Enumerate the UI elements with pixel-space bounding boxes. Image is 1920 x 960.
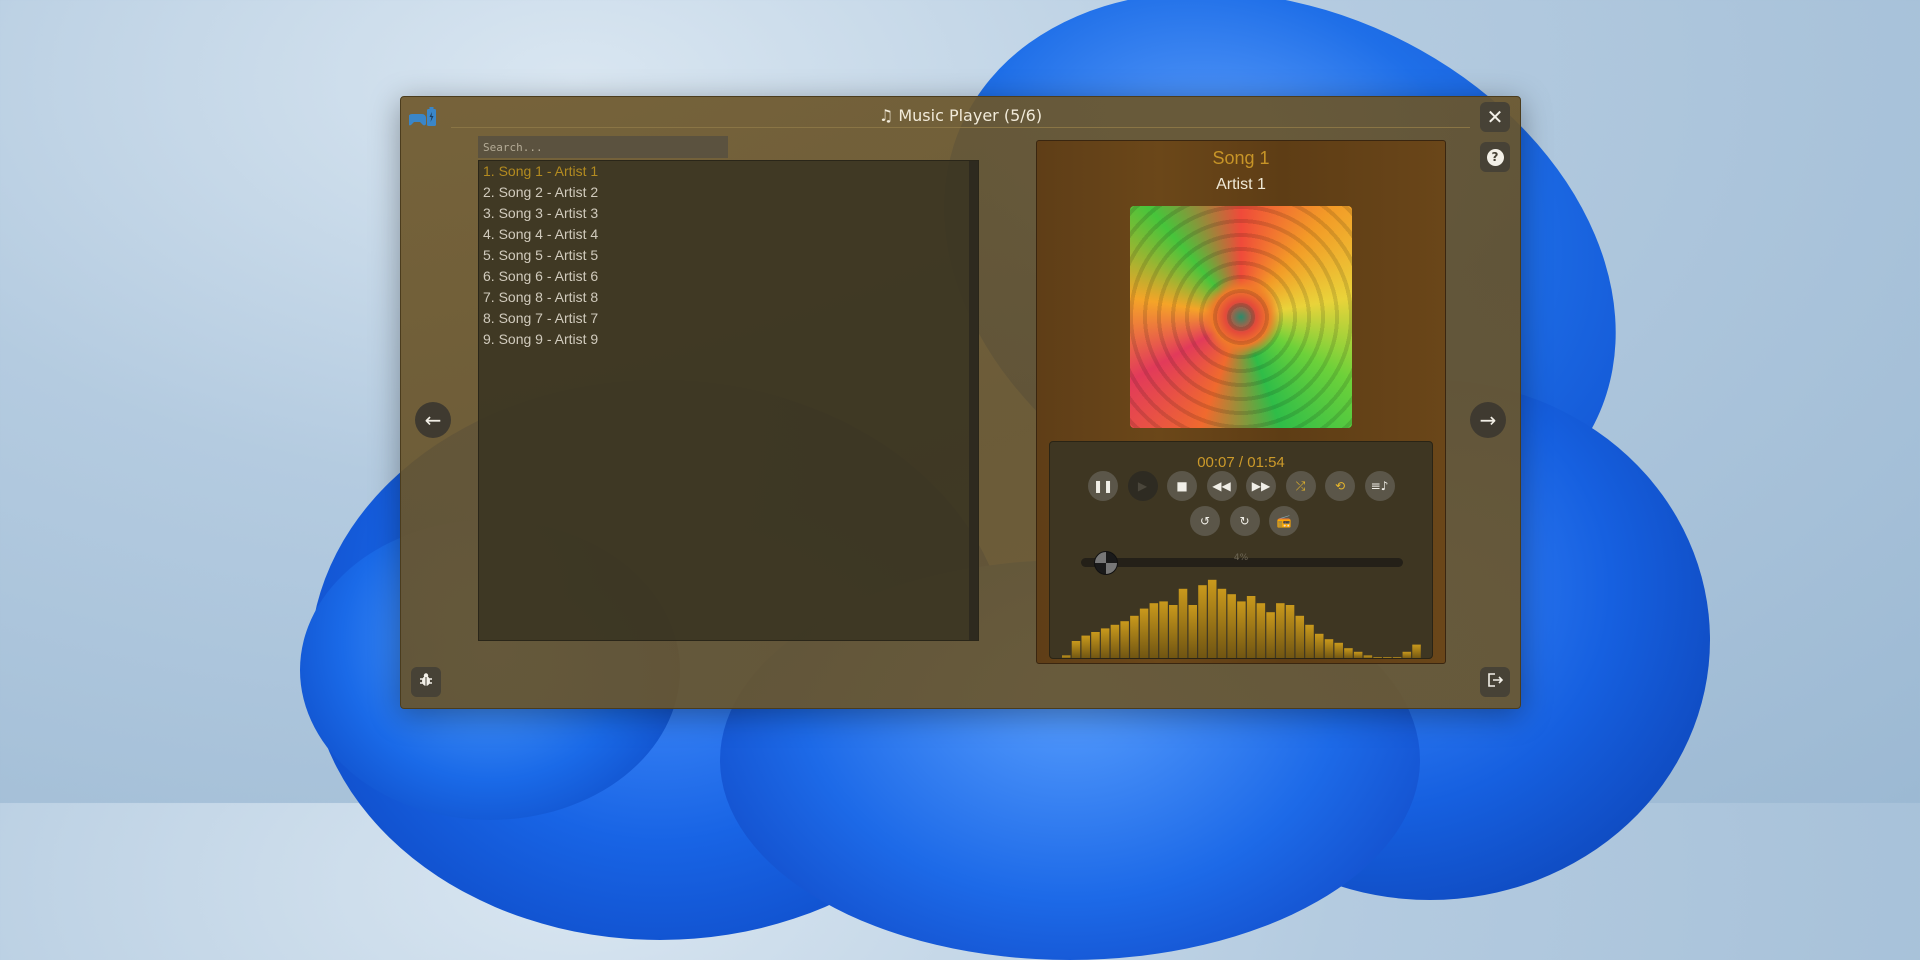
arrow-right-icon: → <box>1479 408 1497 432</box>
playlist-item[interactable]: 2. Song 2 - Artist 2 <box>479 182 978 203</box>
rewind-icon: ◀◀ <box>1212 479 1231 493</box>
album-cover <box>1130 206 1352 428</box>
visualizer-bar <box>1110 624 1120 658</box>
radio-button[interactable]: 📻 <box>1269 506 1299 536</box>
time-display: 00:07 / 01:54 <box>1197 454 1285 471</box>
visualizer-bar <box>1237 601 1246 658</box>
visualizer-bar <box>1169 605 1178 658</box>
exit-icon <box>1486 671 1504 693</box>
pause-icon: ❚❚ <box>1092 479 1114 493</box>
shuffle-icon: ⤮ <box>1295 478 1306 493</box>
music-player-window: ♫ Music Player (5/6) ✕ ? ← → 1. Song 1 -… <box>400 96 1521 709</box>
window-title: ♫ Music Player (5/6) <box>878 106 1043 125</box>
visualizer-bar <box>1324 639 1334 658</box>
visualizer-bar <box>1412 644 1421 658</box>
playlist: 1. Song 1 - Artist 1 2. Song 2 - Artist 2… <box>478 160 979 641</box>
bug-icon <box>418 672 434 692</box>
replay-forward-button[interactable]: ↻ <box>1229 506 1260 536</box>
visualizer-bar <box>1305 624 1314 658</box>
visualizer-bar <box>1120 621 1129 658</box>
radio-icon: 📻 <box>1276 514 1292 528</box>
close-button[interactable]: ✕ <box>1480 102 1510 132</box>
playlist-item[interactable]: 1. Song 1 - Artist 1 <box>479 161 978 182</box>
visualizer-bar <box>1256 603 1266 658</box>
visualizer-bar <box>1178 588 1188 658</box>
stop-button[interactable]: ■ <box>1167 471 1197 501</box>
replay-back-button[interactable]: ↺ <box>1190 506 1220 536</box>
fast-forward-button[interactable]: ▶▶ <box>1246 471 1276 501</box>
visualizer-bar <box>1062 655 1071 658</box>
title-divider <box>451 127 1470 128</box>
playlist-item[interactable]: 7. Song 8 - Artist 8 <box>479 287 978 308</box>
playlist-item[interactable]: 5. Song 5 - Artist 5 <box>479 245 978 266</box>
exit-button[interactable] <box>1480 667 1510 697</box>
visualizer-bar <box>1227 594 1236 658</box>
song-artist: Artist 1 <box>1216 176 1266 193</box>
close-icon: ✕ <box>1486 105 1504 129</box>
playlist-items: 1. Song 1 - Artist 1 2. Song 2 - Artist 2… <box>479 161 978 350</box>
visualizer-bar <box>1402 651 1412 658</box>
visualizer-bar <box>1392 657 1402 658</box>
rotate-left-icon: ↺ <box>1199 514 1211 528</box>
visualizer-bar <box>1071 641 1081 658</box>
visualizer-bar <box>1159 601 1168 658</box>
playlist-item[interactable]: 9. Song 9 - Artist 9 <box>479 329 978 350</box>
fast-forward-icon: ▶▶ <box>1251 479 1271 493</box>
visualizer-bar <box>1383 657 1392 658</box>
visualizer-bar <box>1363 655 1373 658</box>
playlist-item[interactable]: 3. Song 3 - Artist 3 <box>479 203 978 224</box>
playlist-button[interactable]: ≡♪ <box>1364 471 1395 501</box>
playlist-scrollbar[interactable] <box>969 161 978 640</box>
visualizer-bar <box>1198 585 1207 658</box>
stop-icon: ■ <box>1176 479 1188 493</box>
repeat-button[interactable]: ⟲ <box>1325 471 1355 501</box>
visualizer-bar <box>1334 642 1343 658</box>
visualizer-bar <box>1149 603 1159 658</box>
visualizer-bar <box>1100 628 1110 658</box>
playlist-icon: ≡♪ <box>1370 479 1389 493</box>
previous-page-button[interactable]: ← <box>415 402 451 438</box>
visualizer-bar <box>1314 633 1324 658</box>
playlist-item[interactable]: 8. Song 7 - Artist 7 <box>479 308 978 329</box>
debug-button[interactable] <box>411 667 441 697</box>
visualizer-bar <box>1217 588 1227 658</box>
visualizer-bar <box>1353 651 1363 658</box>
visualizer-bar <box>1091 632 1100 658</box>
repeat-icon: ⟲ <box>1334 479 1346 493</box>
rewind-button[interactable]: ◀◀ <box>1206 471 1237 501</box>
visualizer-bar <box>1207 579 1217 658</box>
visualizer-bar <box>1081 635 1090 658</box>
song-title: Song 1 <box>1212 148 1270 168</box>
visualizer-bar <box>1188 605 1198 658</box>
help-button[interactable]: ? <box>1480 142 1510 172</box>
playlist-item[interactable]: 4. Song 4 - Artist 4 <box>479 224 978 245</box>
audio-visualizer <box>1062 579 1421 658</box>
help-icon: ? <box>1486 148 1504 166</box>
arrow-left-icon: ← <box>424 408 442 432</box>
search-input[interactable] <box>478 136 728 158</box>
visualizer-bar <box>1246 596 1256 658</box>
visualizer-bar <box>1276 603 1285 658</box>
shuffle-button[interactable]: ⤮ <box>1285 471 1316 501</box>
playlist-item[interactable]: 6. Song 6 - Artist 6 <box>479 266 978 287</box>
visualizer-bar <box>1139 608 1149 658</box>
next-page-button[interactable]: → <box>1470 402 1506 438</box>
playback-controls: 00:07 / 01:54 ❚❚ ▶ ■ ◀◀ ▶▶ ⤮ ⟲ ≡♪ ↺ ↻ 📻 4% <box>1049 441 1433 659</box>
visualizer-bar <box>1266 612 1275 658</box>
pause-button[interactable]: ❚❚ <box>1088 471 1118 501</box>
rotate-right-icon: ↻ <box>1239 514 1250 528</box>
play-button[interactable]: ▶ <box>1127 471 1158 501</box>
play-icon: ▶ <box>1137 479 1148 493</box>
visualizer-bar <box>1130 615 1139 658</box>
visualizer-bar <box>1285 605 1295 658</box>
visualizer-bar <box>1295 615 1305 658</box>
visualizer-bar <box>1373 657 1382 658</box>
visualizer-bar <box>1344 648 1353 658</box>
now-playing-panel: Song 1 Artist 1 00:07 / 01:54 ❚❚ ▶ ■ ◀◀ ▶▶ ⤮ ⟲… <box>1036 140 1446 664</box>
